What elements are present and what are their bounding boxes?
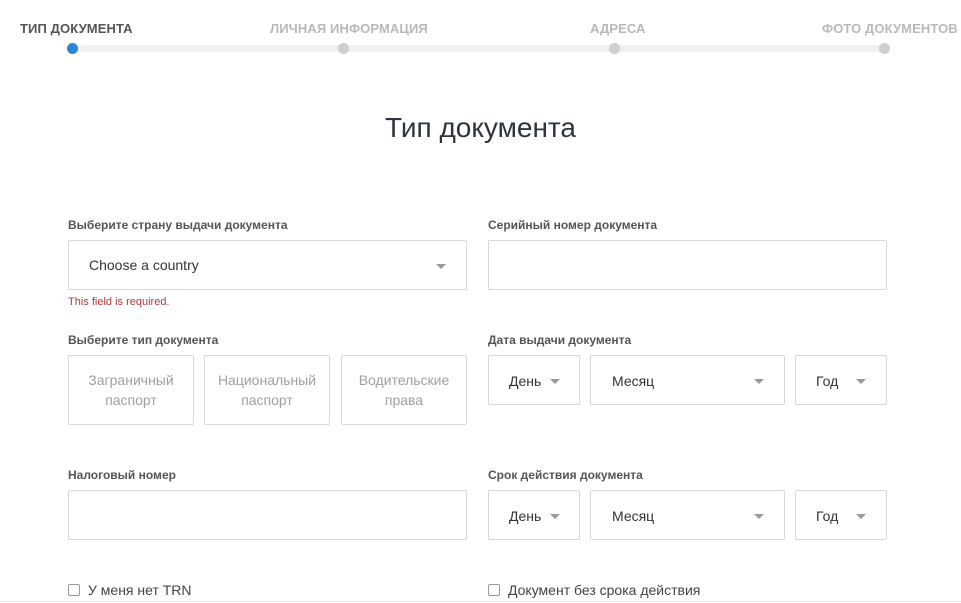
document-type-label: Выберите тип документа <box>68 333 219 347</box>
progress-stepper: Тип документа Личная информация Адреса Ф… <box>0 0 961 60</box>
step-label-document-photos[interactable]: Фото документов <box>822 21 958 36</box>
step-label-document-type[interactable]: Тип документа <box>20 21 133 36</box>
no-expiry-checkbox-row[interactable]: Документ без срока действия <box>488 580 700 600</box>
expiry-date-label: Срок действия документа <box>488 468 643 482</box>
country-select[interactable]: Choose a country <box>68 240 467 290</box>
expiry-year-value: Год <box>816 508 839 524</box>
step-dot-addresses[interactable] <box>609 43 620 54</box>
stepper-track <box>72 45 884 52</box>
step-dot-personal-info[interactable] <box>338 43 349 54</box>
bottom-divider <box>0 601 961 602</box>
serial-number-label: Серийный номер документа <box>488 218 658 232</box>
chevron-down-icon <box>550 514 560 519</box>
tax-number-label: Налоговый номер <box>68 468 176 482</box>
chevron-down-icon <box>754 379 764 384</box>
issue-month-value: Месяц <box>612 373 655 389</box>
no-trn-label[interactable]: У меня нет TRN <box>88 582 192 598</box>
expiry-day-select[interactable]: День <box>488 490 580 540</box>
chevron-down-icon <box>436 264 446 269</box>
page-title: Тип документа <box>385 112 576 143</box>
issue-year-value: Год <box>816 373 839 389</box>
doc-type-international-passport[interactable]: Заграничный паспорт <box>68 355 194 425</box>
expiry-month-select[interactable]: Месяц <box>590 490 785 540</box>
step-dot-document-type[interactable] <box>67 43 78 54</box>
step-label-addresses[interactable]: Адреса <box>590 21 646 36</box>
doc-type-national-passport[interactable]: Национальный паспорт <box>204 355 330 425</box>
tax-number-input[interactable] <box>68 490 467 540</box>
expiry-day-value: День <box>509 508 542 524</box>
country-label: Выберите страну выдачи документа <box>68 218 288 232</box>
no-trn-checkbox[interactable] <box>68 584 80 596</box>
chevron-down-icon <box>856 379 866 384</box>
no-trn-checkbox-row[interactable]: У меня нет TRN <box>68 580 192 600</box>
chevron-down-icon <box>856 514 866 519</box>
issue-year-select[interactable]: Год <box>795 355 887 405</box>
issue-date-label: Дата выдачи документа <box>488 333 632 347</box>
doc-type-drivers-license[interactable]: Водительские права <box>341 355 467 425</box>
issue-month-select[interactable]: Месяц <box>590 355 785 405</box>
country-error-message: This field is required. <box>68 296 170 308</box>
expiry-year-select[interactable]: Год <box>795 490 887 540</box>
step-label-personal-info[interactable]: Личная информация <box>270 21 428 36</box>
no-expiry-label[interactable]: Документ без срока действия <box>508 582 700 598</box>
country-select-value: Choose a country <box>89 257 199 273</box>
no-expiry-checkbox[interactable] <box>488 584 500 596</box>
chevron-down-icon <box>754 514 764 519</box>
step-dot-document-photos[interactable] <box>879 43 890 54</box>
serial-number-input[interactable] <box>488 240 887 290</box>
issue-day-select[interactable]: День <box>488 355 580 405</box>
issue-day-value: День <box>509 373 542 389</box>
expiry-month-value: Месяц <box>612 508 655 524</box>
chevron-down-icon <box>550 379 560 384</box>
